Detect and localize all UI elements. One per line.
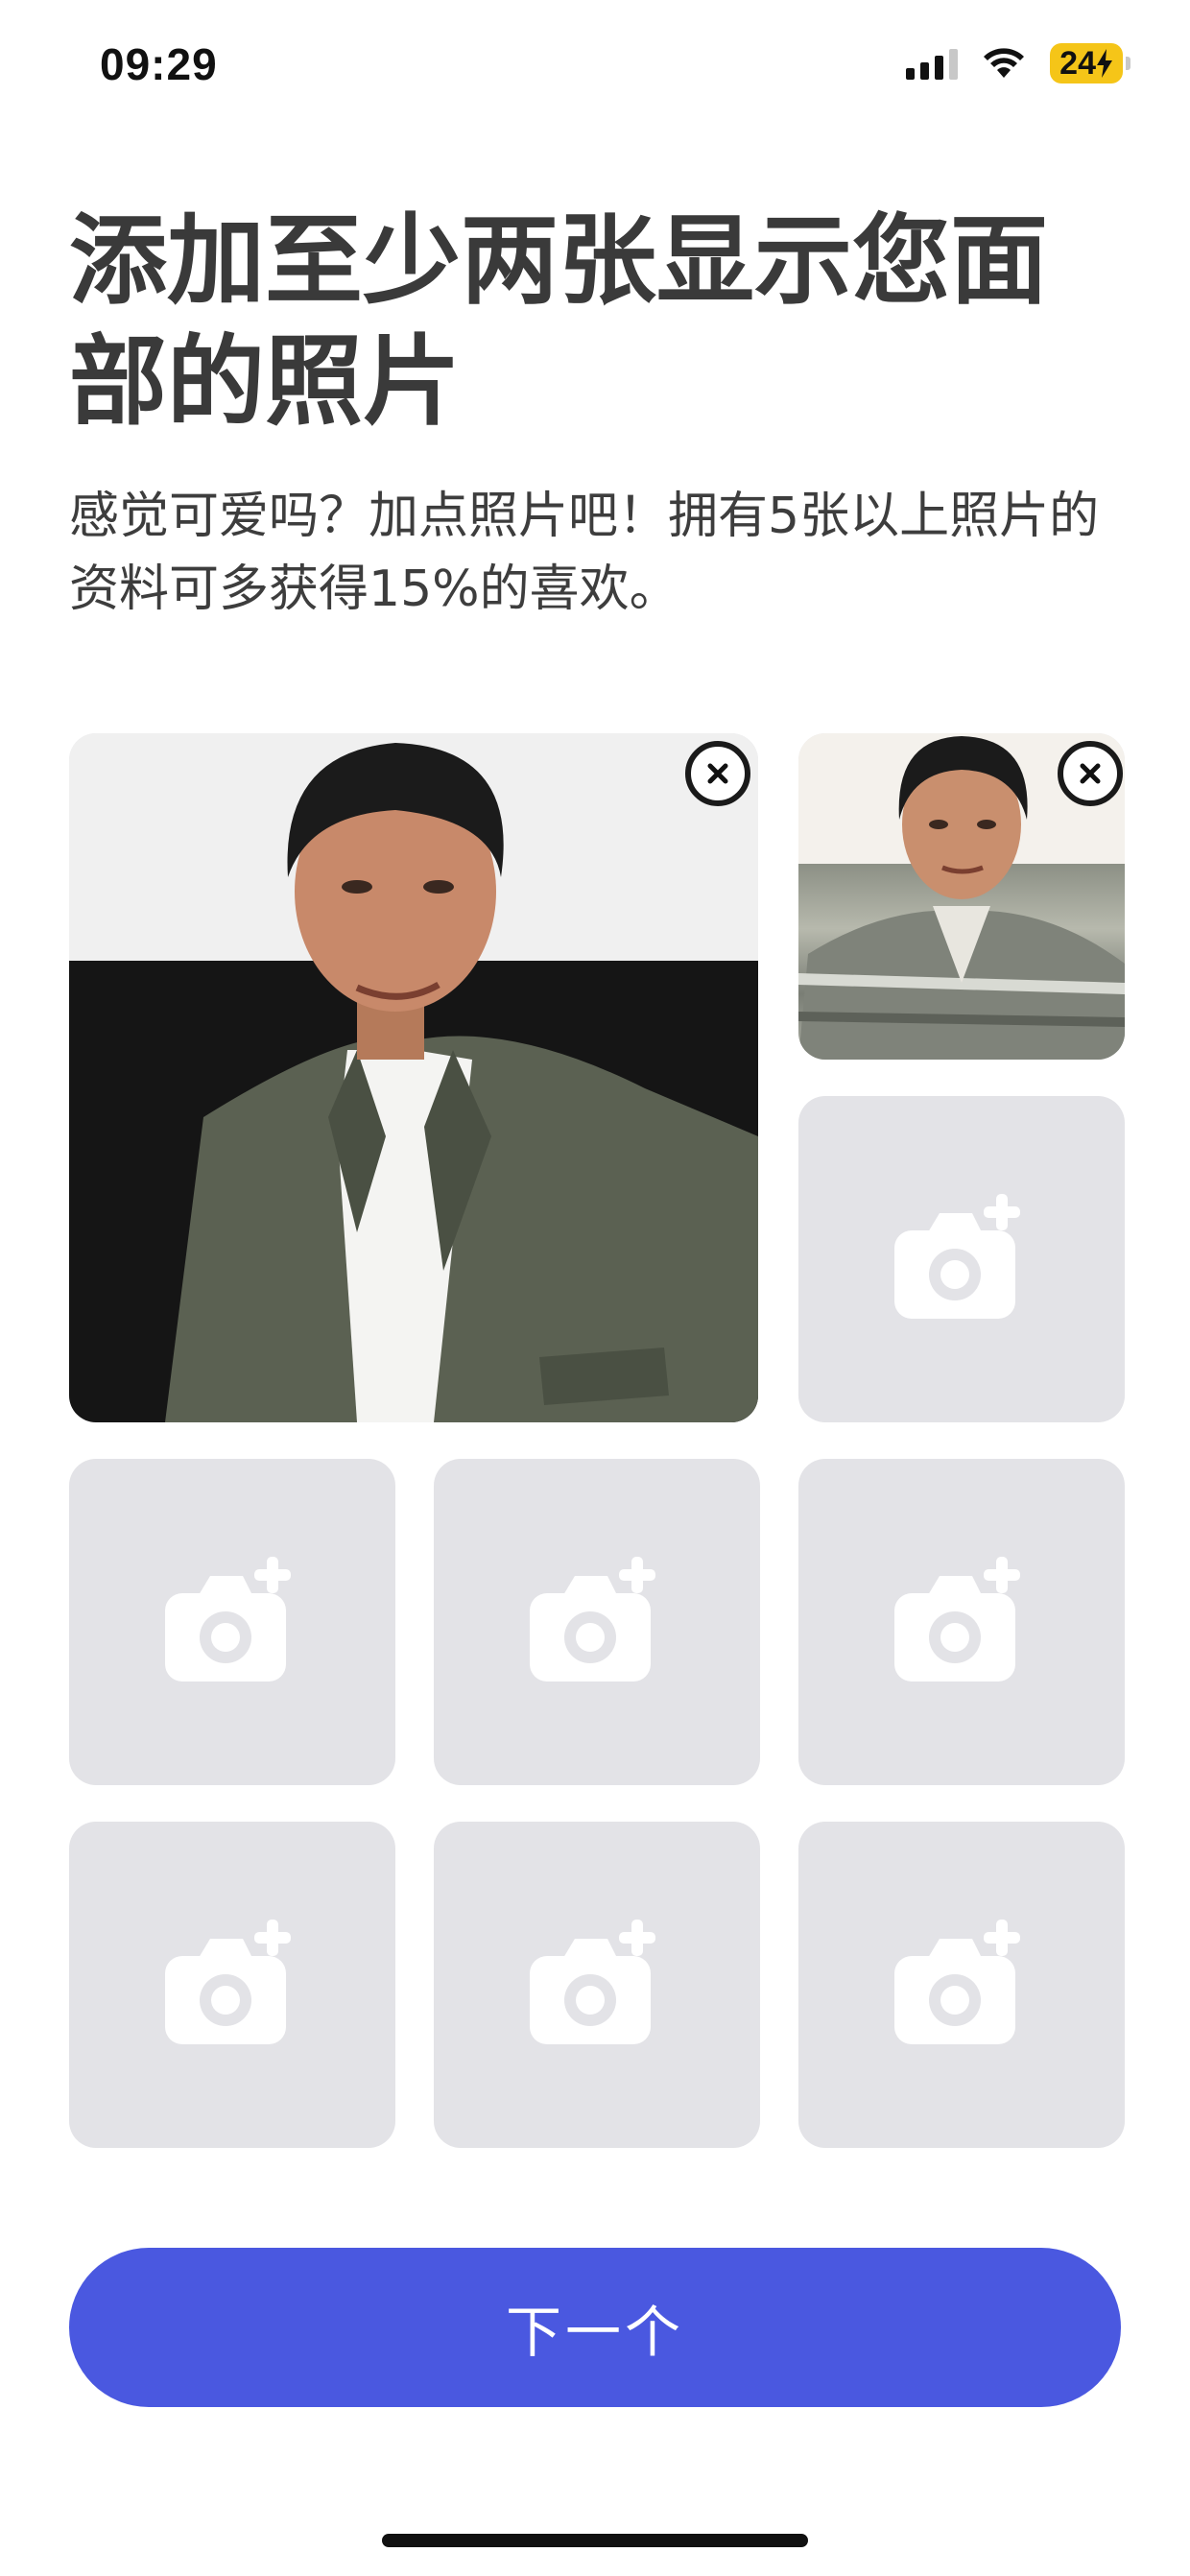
remove-photo-1-button[interactable] xyxy=(685,741,750,806)
page-title: 添加至少两张显示您面部的照片 xyxy=(69,204,1048,440)
home-indicator[interactable] xyxy=(382,2534,808,2547)
page-subtitle: 感觉可爱吗？加点照片吧！拥有5张以上照片的资料可多获得15%的喜欢。 xyxy=(69,488,1100,618)
camera-plus-icon xyxy=(894,1557,1020,1682)
camera-plus-icon xyxy=(165,1557,291,1682)
add-photo-slot-9[interactable] xyxy=(798,1822,1125,2148)
add-photo-slot-7[interactable] xyxy=(69,1822,395,2148)
charging-bolt-icon xyxy=(1097,49,1112,78)
add-photo-slot-4[interactable] xyxy=(69,1459,395,1785)
photo-slot-1[interactable] xyxy=(69,733,758,1422)
add-photo-slot-5[interactable] xyxy=(434,1459,760,1785)
status-icons: 24 xyxy=(906,42,1130,84)
camera-plus-icon xyxy=(530,1557,655,1682)
cellular-signal-icon xyxy=(906,47,959,80)
add-photo-slot-6[interactable] xyxy=(798,1459,1125,1785)
battery-level: 24 xyxy=(1059,44,1096,82)
next-button[interactable]: 下一个 xyxy=(69,2248,1121,2407)
remove-photo-2-button[interactable] xyxy=(1058,741,1123,806)
close-icon xyxy=(1080,763,1101,784)
camera-plus-icon xyxy=(530,1920,655,2044)
add-photo-slot-3[interactable] xyxy=(798,1096,1125,1422)
photo-slot-2[interactable] xyxy=(798,733,1125,1060)
wifi-icon xyxy=(984,48,1025,78)
close-icon xyxy=(707,763,728,784)
add-photo-slot-8[interactable] xyxy=(434,1822,760,2148)
camera-plus-icon xyxy=(165,1920,291,2044)
battery-indicator: 24 xyxy=(1050,43,1130,83)
camera-plus-icon xyxy=(894,1194,1020,1319)
profile-photo xyxy=(165,743,758,1422)
status-time: 09:29 xyxy=(100,39,218,89)
camera-plus-icon xyxy=(894,1920,1020,2044)
